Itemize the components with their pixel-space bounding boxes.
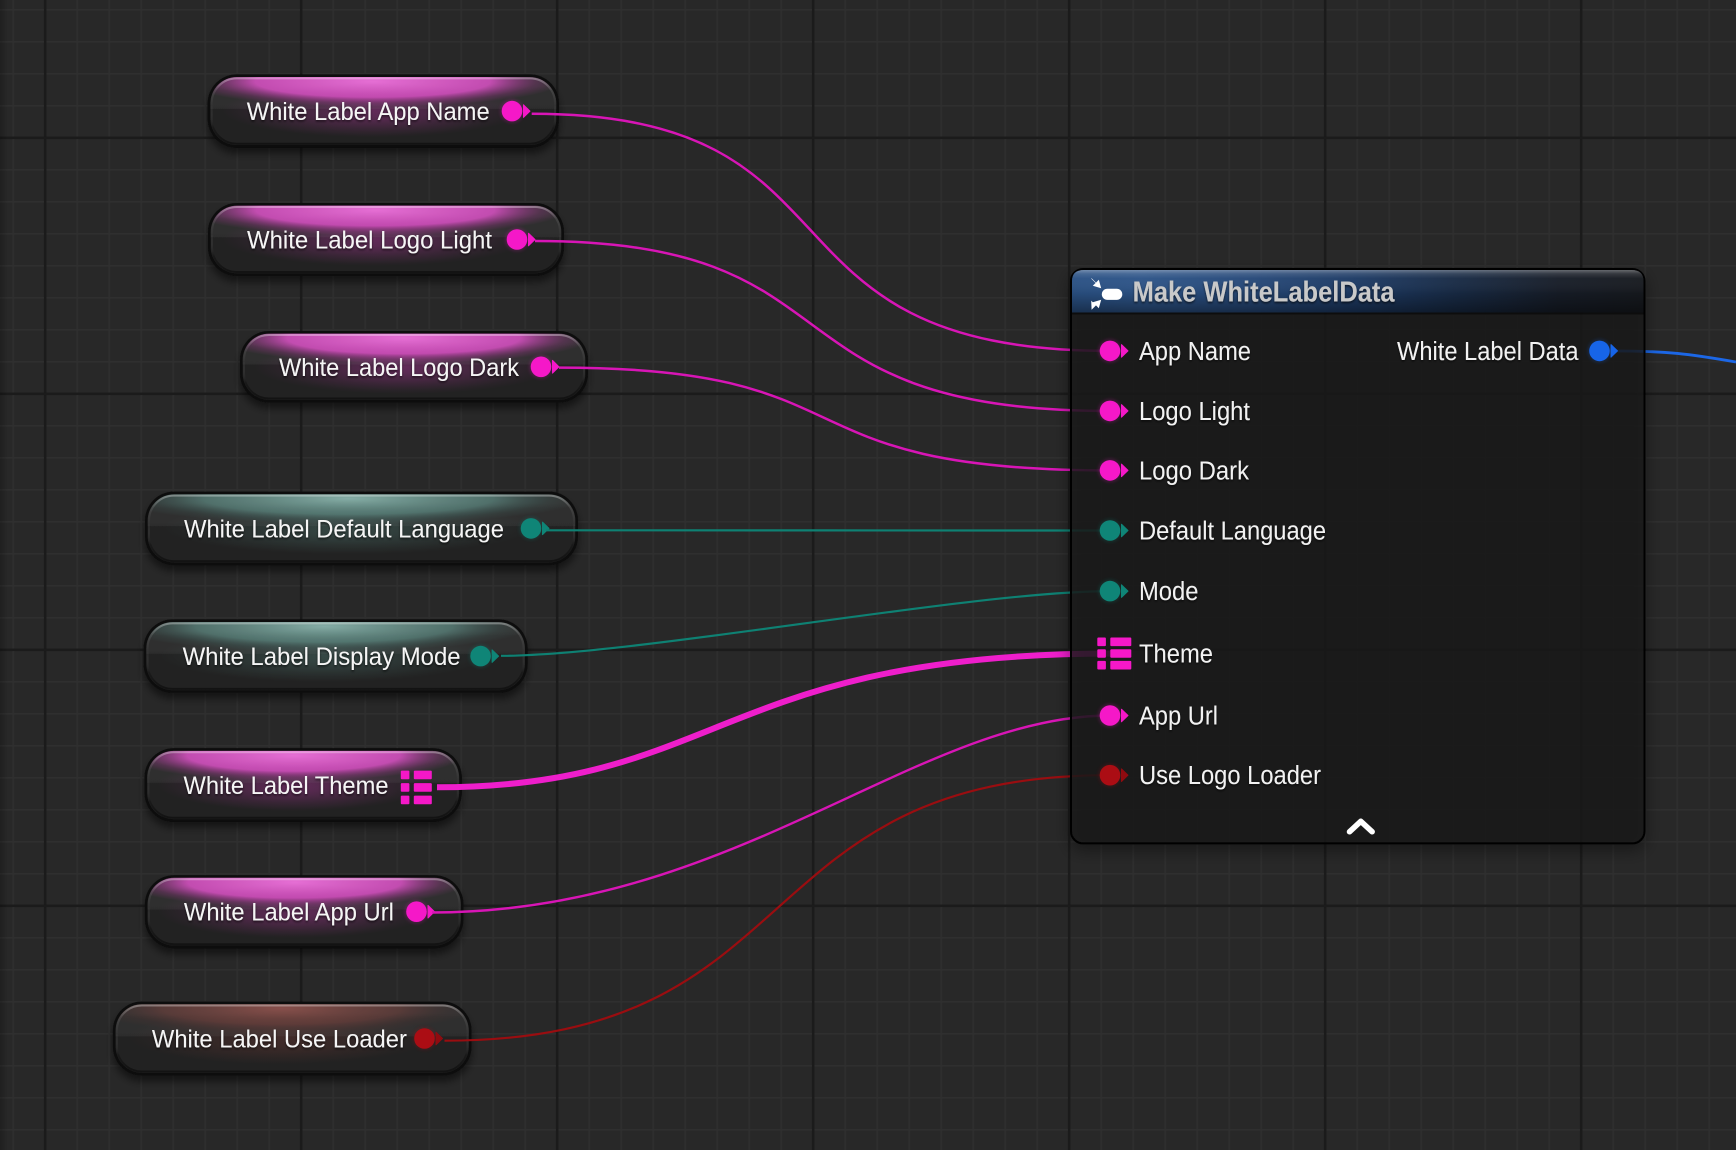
svg-text:White Label Theme: White Label Theme (184, 772, 389, 800)
svg-text:App Name: App Name (1139, 338, 1251, 366)
svg-text:Make WhiteLabelData: Make WhiteLabelData (1133, 277, 1396, 309)
svg-text:Logo Light: Logo Light (1139, 398, 1250, 426)
svg-text:White Label Logo Dark: White Label Logo Dark (279, 354, 519, 382)
svg-text:Default Language: Default Language (1139, 518, 1326, 546)
svg-text:White Label Use Loader: White Label Use Loader (152, 1026, 407, 1054)
svg-text:White Label App Url: White Label App Url (184, 899, 394, 927)
svg-text:Mode: Mode (1139, 578, 1199, 606)
svg-text:White Label Logo Light: White Label Logo Light (247, 227, 492, 255)
svg-text:White Label App Name: White Label App Name (247, 98, 490, 126)
svg-text:White Label Display Mode: White Label Display Mode (183, 643, 461, 671)
svg-text:Use Logo Loader: Use Logo Loader (1139, 762, 1321, 790)
svg-text:White Label Default Language: White Label Default Language (184, 515, 504, 543)
svg-text:App Url: App Url (1139, 703, 1218, 731)
svg-text:Logo Dark: Logo Dark (1139, 457, 1249, 485)
svg-text:White Label Data: White Label Data (1397, 338, 1579, 366)
svg-text:Theme: Theme (1139, 641, 1213, 669)
